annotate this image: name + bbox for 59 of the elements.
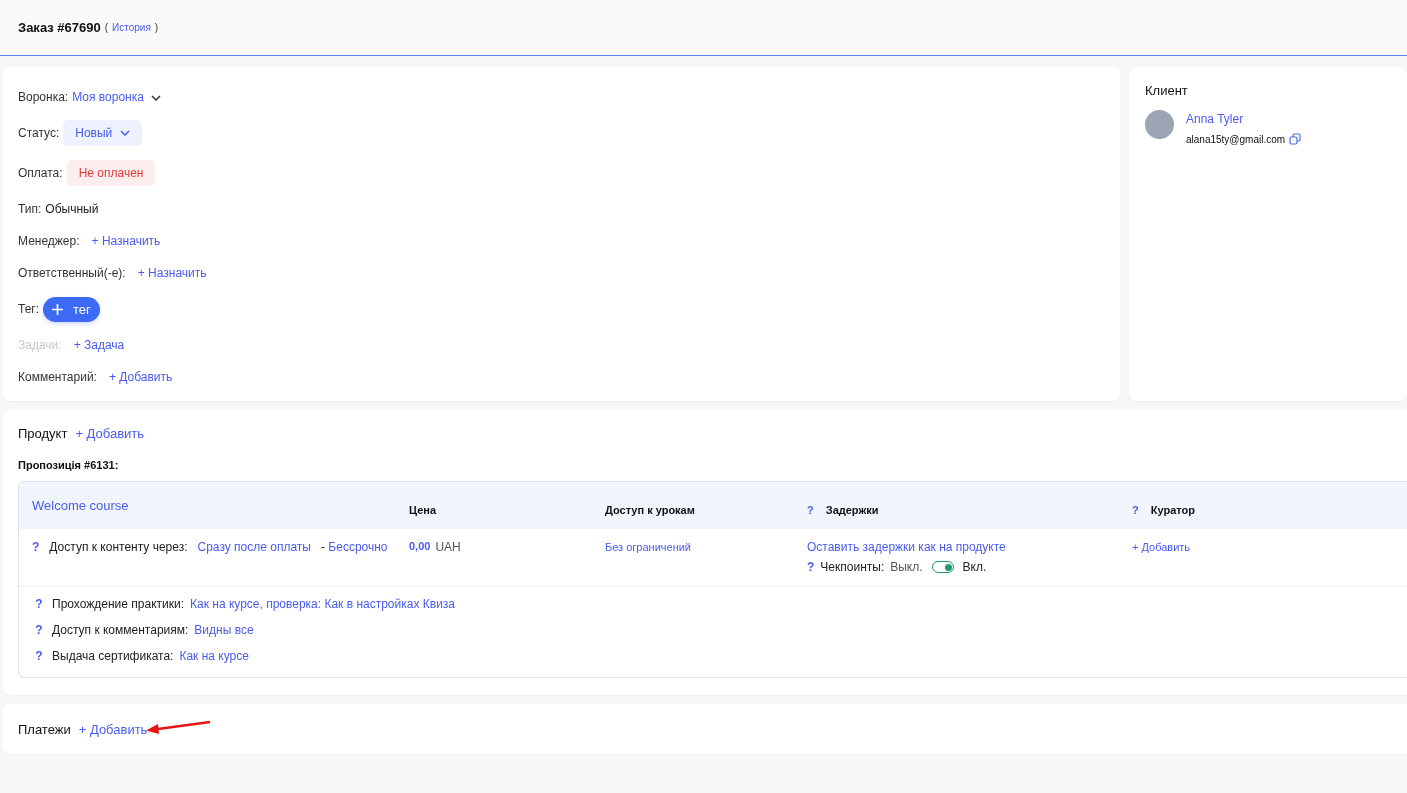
help-icon[interactable]: ? — [32, 597, 46, 611]
help-icon[interactable]: ? — [32, 623, 46, 637]
field-label: Тег: — [18, 302, 40, 316]
add-tag-button[interactable]: тег — [43, 296, 100, 322]
help-icon[interactable]: ? — [807, 503, 814, 516]
course-link[interactable]: Welcome course — [32, 498, 409, 513]
client-title: Клиент — [1145, 83, 1189, 98]
copy-icon[interactable] — [1289, 133, 1302, 145]
help-icon[interactable]: ? — [807, 560, 815, 574]
section-title: Платежи — [18, 721, 71, 737]
field-link[interactable]: + Назначить — [91, 234, 161, 248]
column-header: Куратор — [1150, 503, 1195, 516]
setting-value-link[interactable]: Видны все — [194, 623, 254, 637]
field-label: Менеджер: — [18, 234, 80, 248]
setting-label: Выдача сертификата: — [52, 649, 174, 663]
setting-label: Прохождение практики: — [52, 597, 184, 611]
paren: ) — [154, 22, 159, 33]
price-amount: 0,00 — [409, 540, 431, 554]
toggle-off-label: Выкл. — [890, 560, 923, 574]
field-label: Комментарий: — [18, 370, 97, 384]
funnel-dropdown[interactable]: Моя воронка — [72, 90, 161, 104]
plus-icon — [52, 303, 64, 315]
column-header: Цена — [409, 503, 437, 516]
help-icon[interactable]: ? — [32, 649, 46, 663]
history-link[interactable]: История — [112, 22, 151, 33]
checkpoints-label: Чекпоинты: — [820, 560, 885, 574]
field-label: Тип: — [18, 202, 42, 216]
delays-link[interactable]: Оставить задержки как на продукте — [807, 540, 1006, 554]
setting-value-link[interactable]: Как на курсе — [179, 649, 249, 663]
field-label: Воронка: — [18, 90, 69, 104]
field-value: Обычный — [45, 202, 99, 216]
client-email: alana15ty@gmail.com — [1186, 133, 1286, 145]
field-link[interactable]: + Добавить — [108, 370, 173, 384]
help-icon[interactable]: ? — [1132, 503, 1139, 516]
setting-value-link[interactable]: Как на курсе, проверка: Как в настройках Квиза — [190, 597, 455, 611]
chevron-down-icon — [120, 130, 131, 136]
field-label: Ответственный(-е): — [18, 266, 126, 280]
column-header: Доступ к урокам — [605, 503, 695, 516]
field-label: Оплата: — [18, 166, 63, 180]
toggle-on-label: Вкл. — [962, 560, 987, 574]
setting-label: Доступ к комментариям: — [52, 623, 189, 637]
add-payment-link[interactable]: + Добавить — [78, 721, 148, 737]
add-curator-link[interactable]: + Добавить — [1132, 541, 1191, 553]
content-access-text: ? Доступ к контенту через: Сразу после оплаты - Бессрочно — [32, 540, 389, 556]
order-title: Заказ #67690 — [18, 20, 101, 35]
payment-status-badge: Не оплачен — [66, 160, 156, 186]
avatar — [1145, 110, 1174, 139]
client-name-link[interactable]: Anna Tyler — [1186, 112, 1302, 126]
price-currency: UAH — [435, 540, 461, 556]
paren: ( — [104, 22, 109, 33]
field-label: Статус: — [18, 126, 60, 140]
proposition-title: Пропозиція #6131: — [18, 459, 120, 471]
section-title: Продукт — [18, 426, 68, 441]
field-link[interactable]: + Назначить — [137, 266, 207, 280]
add-link[interactable]: + Добавить — [75, 426, 145, 441]
lessons-access-link[interactable]: Без ограничений — [605, 541, 691, 553]
status-dropdown[interactable]: Новый — [63, 120, 143, 146]
chevron-down-icon — [150, 95, 161, 101]
column-header: Задержки — [825, 503, 879, 516]
